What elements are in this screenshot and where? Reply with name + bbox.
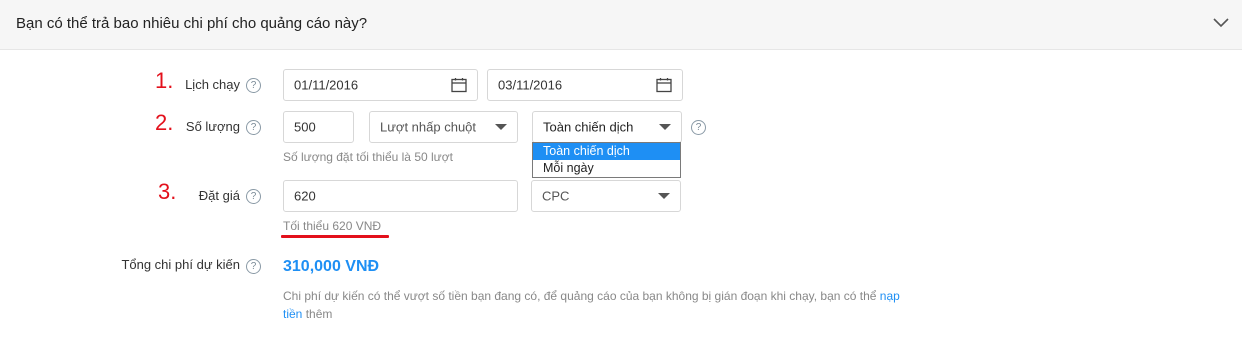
total-label: Tổng chi phí dự kiến [121,257,240,272]
calendar-icon[interactable] [656,78,672,93]
bid-input[interactable]: 620 [283,180,518,212]
scope-option-daily[interactable]: Mỗi ngày [533,160,680,177]
unit-select[interactable]: Lượt nhấp chuột [369,111,518,143]
section-header[interactable]: Bạn có thể trả bao nhiêu chi phí cho quả… [0,0,1242,50]
end-date-value: 03/11/2016 [498,77,563,93]
quantity-input[interactable]: 500 [283,111,354,143]
calendar-icon[interactable] [451,78,467,93]
quantity-label: Số lượng [185,119,240,134]
help-icon[interactable]: ? [691,120,706,135]
annotation-underline [281,235,389,238]
total-note-text: Chi phí dự kiến có thể vượt số tiền bạn … [283,289,880,303]
scope-dropdown-list[interactable]: Toàn chiến dịch Mỗi ngày [532,142,681,178]
bid-hint: Tối thiểu 620 VNĐ [283,219,382,233]
total-note-tail: thêm [302,307,333,321]
chevron-down-icon [659,124,671,130]
total-value: 310,000 VNĐ [283,258,380,275]
help-icon[interactable]: ? [246,78,261,93]
start-date-value: 01/11/2016 [294,77,359,93]
schedule-label: Lịch chạy [185,77,240,92]
scope-option-campaign[interactable]: Toàn chiến dịch [533,143,680,160]
bid-value: 620 [294,188,316,204]
end-date-field[interactable]: 03/11/2016 [487,69,683,101]
start-date-field[interactable]: 01/11/2016 [283,69,478,101]
chevron-down-icon [495,124,507,130]
bid-type-select[interactable]: CPC [531,180,681,212]
unit-select-value: Lượt nhấp chuột [380,119,477,135]
help-icon[interactable]: ? [246,120,261,135]
bid-type-value: CPC [542,188,570,204]
quantity-value: 500 [294,119,316,135]
section-title: Bạn có thể trả bao nhiêu chi phí cho quả… [16,15,368,32]
help-icon[interactable]: ? [246,259,261,274]
help-icon[interactable]: ? [246,189,261,204]
scope-select-value: Toàn chiến dịch [543,119,634,135]
total-note: Chi phí dự kiến có thể vượt số tiền bạn … [283,287,913,323]
bid-label: Đặt giá [198,188,240,203]
scope-select[interactable]: Toàn chiến dịch [532,111,682,143]
quantity-hint: Số lượng đặt tối thiểu là 50 lượt [283,150,453,164]
chevron-down-icon [658,193,670,199]
chevron-down-icon[interactable] [1212,17,1230,29]
